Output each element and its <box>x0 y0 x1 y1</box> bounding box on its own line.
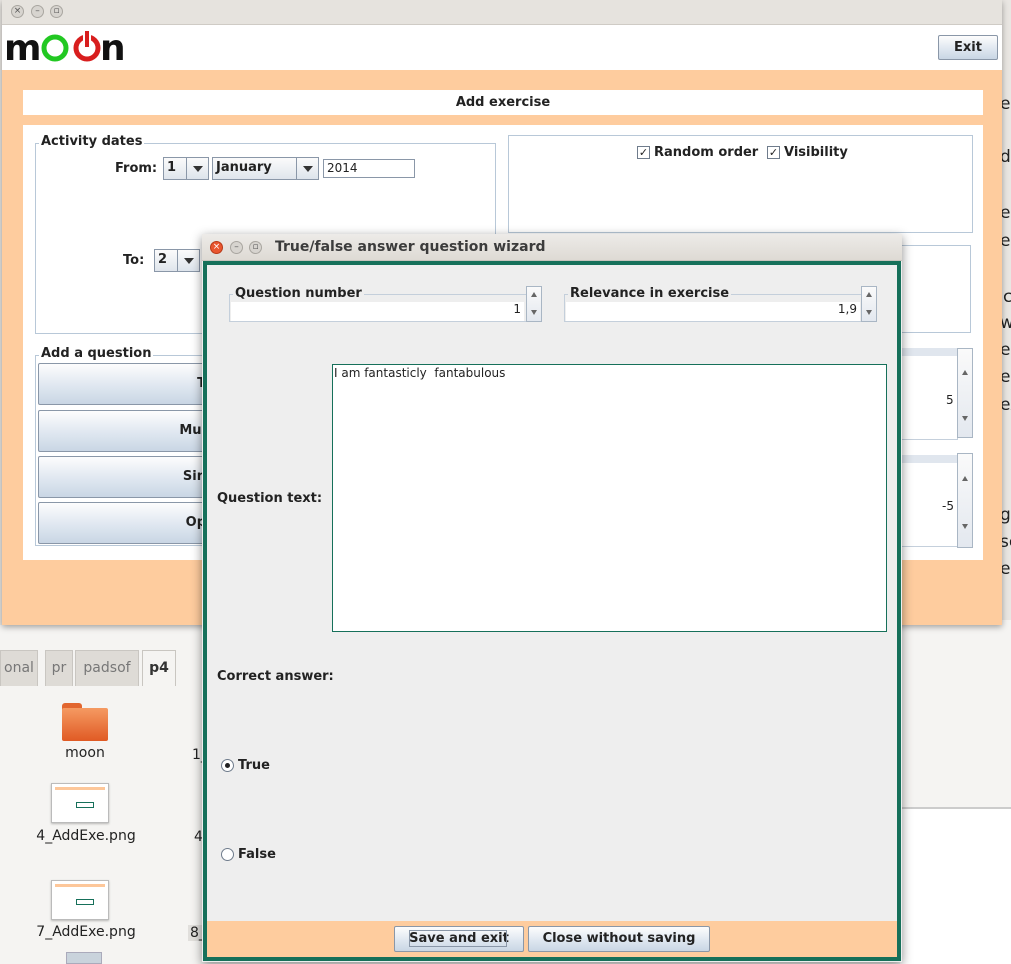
chevron-down-icon <box>296 158 318 179</box>
file-manager-right-panel <box>900 808 1011 964</box>
svg-text:m: m <box>4 28 42 66</box>
to-day-select[interactable]: 2 <box>154 249 200 272</box>
file-manager-right-strip <box>900 620 1011 808</box>
spinner-arrows[interactable] <box>957 453 973 548</box>
minimize-icon[interactable]: – <box>31 5 44 18</box>
file-label[interactable]: 7_AddExe.png <box>30 924 142 940</box>
minimize-icon[interactable]: – <box>230 241 243 254</box>
folder-icon[interactable] <box>62 703 108 741</box>
main-title-bar <box>2 0 1002 25</box>
svg-text:n: n <box>100 28 126 66</box>
exit-button[interactable]: Exit <box>938 35 998 60</box>
relevance-label: Relevance in exercise <box>568 286 732 301</box>
chevron-down-icon <box>177 250 199 271</box>
save-button-focus <box>409 930 507 947</box>
file-manager-tab-active[interactable]: p4 <box>142 650 176 686</box>
question-text-area[interactable]: I am fantasticly fantabulous <box>332 364 887 632</box>
image-file-icon[interactable] <box>51 783 109 823</box>
question-text-label: Question text: <box>217 491 323 506</box>
main-header <box>2 25 1002 70</box>
checkbox-checked-icon[interactable]: ✓ <box>637 146 650 159</box>
true-radio-label[interactable]: True <box>238 758 270 773</box>
checkbox-checked-icon[interactable]: ✓ <box>767 146 780 159</box>
question-number-label: Question number <box>233 286 364 301</box>
random-order-label: Random order <box>654 145 759 160</box>
open-question-button[interactable]: Op <box>38 502 213 544</box>
activity-dates-legend: Activity dates <box>39 134 145 149</box>
false-radio[interactable] <box>221 848 234 861</box>
true-false-question-button[interactable]: T <box>38 363 213 405</box>
image-file-icon[interactable] <box>51 880 109 920</box>
right-edge-text: c <box>1003 287 1011 307</box>
question-number-field[interactable]: 1 <box>231 302 524 321</box>
from-year-field[interactable]: 2014 <box>323 159 415 178</box>
moon-logo: m n moon <box>4 28 129 69</box>
add-question-legend: Add a question <box>39 346 154 361</box>
from-month-select[interactable]: January <box>212 157 319 180</box>
file-label[interactable]: moon <box>40 745 130 761</box>
dialog-title: True/false answer question wizard <box>275 239 546 255</box>
maximize-icon[interactable]: ▫ <box>249 241 262 254</box>
visibility-label: Visibility <box>784 145 848 160</box>
close-without-saving-button[interactable]: Close without saving <box>528 926 710 952</box>
close-icon[interactable]: × <box>210 241 223 254</box>
correct-answer-label: Correct answer: <box>217 669 334 684</box>
chevron-down-icon <box>186 158 208 179</box>
file-label[interactable]: 4_AddExe.png <box>30 828 142 844</box>
single-choice-button[interactable]: Sin <box>38 456 213 498</box>
file-manager-tab[interactable]: padsof <box>75 650 139 686</box>
file-manager-tab[interactable]: onal <box>0 650 38 686</box>
file-icon-partial[interactable] <box>66 952 102 964</box>
background-spinner-value: -5 <box>942 499 954 513</box>
false-radio-label[interactable]: False <box>238 847 276 862</box>
true-radio[interactable] <box>221 759 234 772</box>
panel-title-bar: Add exercise <box>23 90 983 115</box>
relevance-spinner[interactable] <box>861 286 877 322</box>
from-label: From: <box>115 161 158 176</box>
question-number-spinner[interactable] <box>526 286 542 322</box>
relevance-field[interactable]: 1,9 <box>566 302 860 321</box>
to-label: To: <box>123 253 145 268</box>
multiple-choice-button[interactable]: Mul <box>38 410 213 452</box>
file-manager-tab[interactable]: pr <box>45 650 73 686</box>
from-day-select[interactable]: 1 <box>163 157 209 180</box>
spinner-arrows[interactable] <box>957 348 973 438</box>
maximize-icon[interactable]: ▫ <box>50 5 63 18</box>
background-spinner-value: 5 <box>946 393 954 407</box>
close-icon[interactable]: × <box>11 5 24 18</box>
